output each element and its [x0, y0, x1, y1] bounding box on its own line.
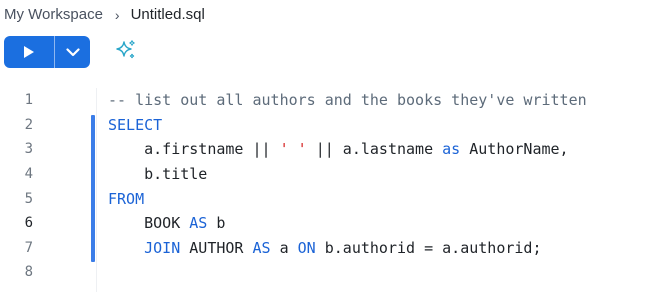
code-token: b.title	[108, 165, 208, 184]
code-token: SELECT	[108, 115, 163, 134]
line-code: a.firstname || ' ' || a.lastname as Auth…	[108, 140, 569, 159]
code-token: || a.lastname	[306, 140, 443, 159]
line-number: 3	[24, 141, 33, 158]
run-options-button[interactable]	[55, 36, 90, 68]
sparkles-icon	[116, 40, 135, 59]
breadcrumb-separator: ›	[114, 6, 120, 23]
ai-assist-button[interactable]	[114, 38, 138, 62]
breadcrumb: My Workspace › Untitled.sql	[4, 6, 205, 23]
code-line[interactable]: 1 -- list out all authors and the books t…	[0, 88, 670, 113]
code-token: AS	[189, 214, 208, 233]
code-token: ' '	[279, 140, 307, 159]
line-number: 5	[24, 190, 33, 207]
code-line[interactable]: 3 a.firstname || ' ' || a.lastname as Au…	[0, 137, 670, 162]
code-line[interactable]: 5 FROM	[0, 186, 670, 211]
editor-toolbar	[4, 36, 135, 68]
code-token: AuthorName,	[460, 140, 569, 159]
chevron-down-icon	[65, 47, 80, 56]
code-token: AS	[252, 238, 271, 257]
line-code: BOOK AS b	[108, 214, 225, 232]
line-code: b.title	[108, 165, 207, 183]
breadcrumb-current-file: Untitled.sql	[130, 6, 205, 23]
line-number: 1	[24, 92, 33, 109]
code-token: b	[207, 214, 226, 233]
line-code: FROM	[108, 190, 144, 208]
code-token: -- list out all authors and the books th…	[108, 91, 587, 110]
run-button[interactable]	[4, 36, 54, 68]
code-token: BOOK	[108, 214, 190, 233]
line-number: 4	[24, 166, 33, 183]
line-code: SELECT	[108, 116, 162, 134]
sql-editor[interactable]: 1 -- list out all authors and the books t…	[0, 88, 670, 292]
code-token: JOIN	[144, 238, 181, 257]
line-number: 7	[24, 239, 33, 256]
line-code: JOIN AUTHOR AS a ON b.authorid = a.autho…	[108, 238, 542, 257]
line-number: 8	[24, 264, 33, 281]
line-number: 6	[24, 215, 33, 232]
code-line[interactable]: 2 SELECT	[0, 113, 670, 138]
code-line[interactable]: 6 BOOK AS b	[0, 211, 670, 236]
line-code: -- list out all authors and the books th…	[108, 91, 587, 109]
code-token: a.firstname ||	[108, 140, 280, 159]
code-line[interactable]: 4 b.title	[0, 162, 670, 187]
run-button-group	[4, 36, 90, 68]
code-token: a	[270, 238, 298, 257]
line-number: 2	[24, 116, 33, 133]
code-token: ON	[297, 238, 316, 257]
code-token: FROM	[108, 189, 145, 208]
code-token: b.authorid = a.authorid;	[315, 238, 542, 257]
code-token: as	[442, 140, 461, 159]
code-token: AUTHOR	[180, 238, 253, 257]
code-line[interactable]: 7 JOIN AUTHOR AS a ON b.authorid = a.aut…	[0, 236, 670, 261]
breadcrumb-workspace-link[interactable]: My Workspace	[4, 6, 103, 23]
code-line[interactable]: 8	[0, 260, 670, 285]
play-icon	[24, 46, 34, 58]
